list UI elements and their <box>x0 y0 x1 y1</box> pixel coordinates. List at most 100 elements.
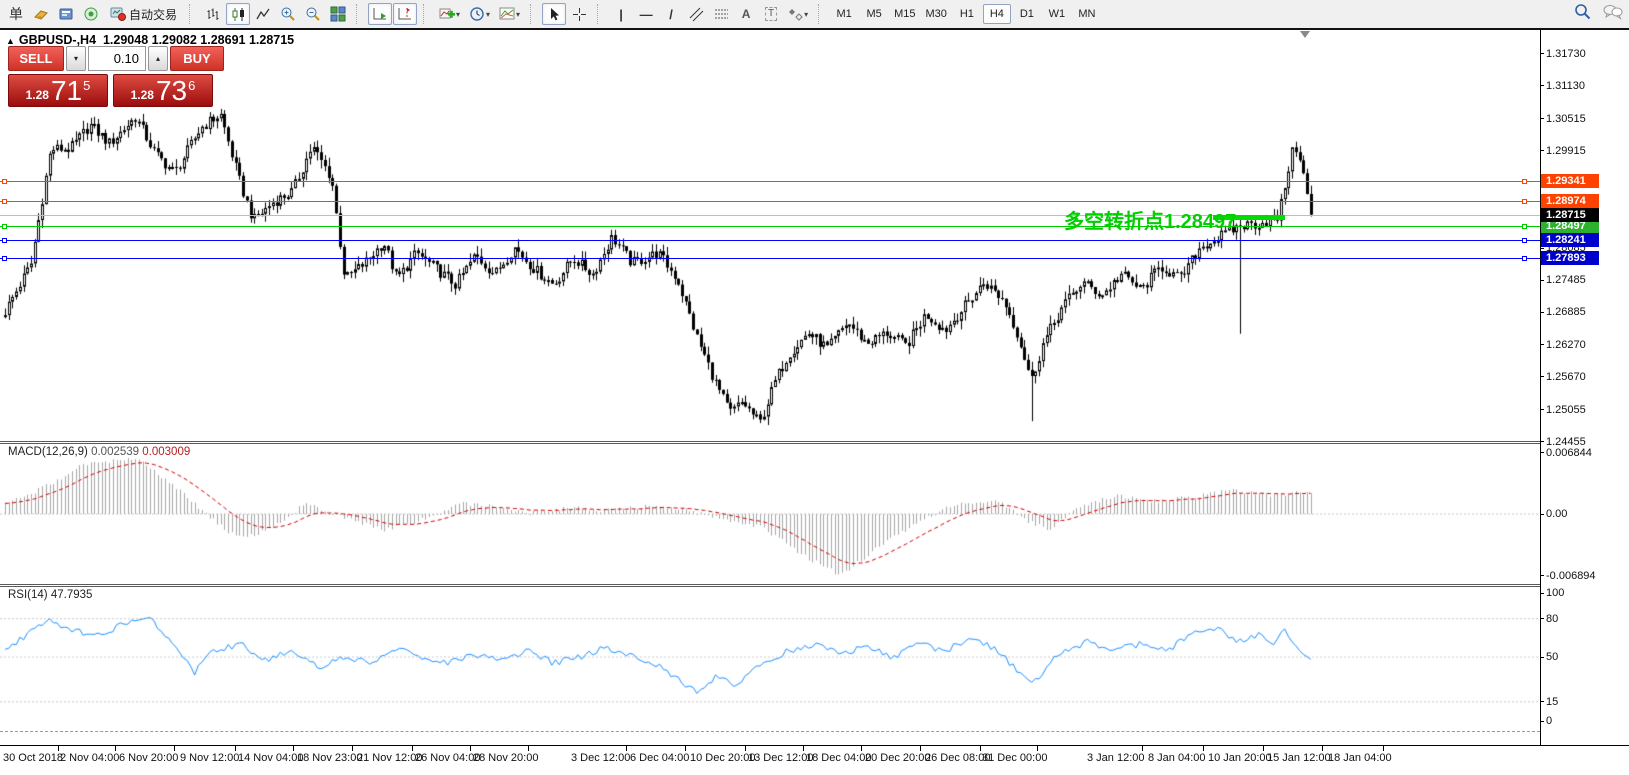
time-axis-tick <box>745 746 746 751</box>
line-handle[interactable] <box>1522 256 1527 261</box>
time-axis-tick <box>861 746 862 751</box>
autotrade-button[interactable]: 自动交易 <box>104 3 183 25</box>
broadcast-icon[interactable] <box>79 3 103 25</box>
mt4-window: 单 自动交易 <box>0 0 1629 775</box>
channel-icon[interactable] <box>684 3 708 25</box>
line-handle[interactable] <box>1522 199 1527 204</box>
price-axis-tick-label: 1.25055 <box>1546 404 1586 416</box>
time-axis-label: 14 Nov 04:00 <box>238 752 303 764</box>
timeframe-h1[interactable]: H1 <box>953 4 981 24</box>
pane-separator-rsi[interactable] <box>0 584 1540 587</box>
horizontal-level-line[interactable] <box>0 181 1540 182</box>
timeframe-m1[interactable]: M1 <box>830 4 858 24</box>
price-axis-tick-label: 1.31130 <box>1546 80 1585 92</box>
dropdown-icon: ▾ <box>486 10 490 19</box>
bid-price-line <box>0 215 1540 216</box>
chart-shift-icon[interactable] <box>393 3 417 25</box>
horizontal-level-line[interactable] <box>0 201 1540 202</box>
arrows-button[interactable]: ▾ <box>784 3 812 25</box>
time-axis-tick <box>1263 746 1264 751</box>
chat-icon[interactable] <box>1603 4 1623 20</box>
templates-button[interactable]: ▾ <box>495 3 524 25</box>
line-chart-icon[interactable] <box>251 3 275 25</box>
tile-windows-icon[interactable] <box>326 3 350 25</box>
zoom-out-icon[interactable] <box>301 3 325 25</box>
autoscroll-icon[interactable] <box>368 3 392 25</box>
toolbar-separator <box>818 4 826 24</box>
vertical-line-icon[interactable]: | <box>609 3 633 25</box>
price-axis-tick-label: 1.29915 <box>1546 145 1586 157</box>
time-axis-tick <box>803 746 804 751</box>
volume-up-button[interactable]: ▴ <box>148 46 168 71</box>
chart-canvas[interactable] <box>0 0 1540 775</box>
horizontal-level-line[interactable] <box>0 226 1540 227</box>
rsi-label: RSI(14) 47.7935 <box>8 589 92 601</box>
time-axis-label: 30 Oct 2018 <box>3 752 63 764</box>
volume-down-button[interactable]: ▾ <box>66 46 86 71</box>
line-handle[interactable] <box>1522 224 1527 229</box>
time-axis-label: 18 Nov 23:00 <box>297 752 362 764</box>
chart-title: ▲GBPUSD-,H4 1.29048 1.29082 1.28691 1.28… <box>6 33 294 47</box>
zoom-in-icon[interactable] <box>276 3 300 25</box>
trendline-icon[interactable]: / <box>659 3 683 25</box>
time-axis-label: 28 Nov 20:00 <box>473 752 538 764</box>
bar-chart-icon[interactable] <box>201 3 225 25</box>
timeframe-h4[interactable]: H4 <box>983 4 1011 24</box>
volume-input[interactable] <box>88 46 146 71</box>
line-handle[interactable] <box>2 179 7 184</box>
horizontal-level-line[interactable] <box>0 240 1540 241</box>
profiles-icon[interactable] <box>54 3 78 25</box>
pane-divider-dashed[interactable] <box>0 731 1540 732</box>
buy-button[interactable]: BUY <box>170 46 224 71</box>
search-icon[interactable] <box>1574 3 1591 20</box>
time-axis-tick <box>235 746 236 751</box>
sell-button[interactable]: SELL <box>8 46 64 71</box>
chart-shift-marker[interactable] <box>1300 31 1310 38</box>
crosshair-icon[interactable] <box>567 3 591 25</box>
macd-axis-tick-label: 0.00 <box>1546 508 1567 520</box>
timeframe-mn[interactable]: MN <box>1073 4 1101 24</box>
line-handle[interactable] <box>2 224 7 229</box>
new-order-button[interactable]: 单 <box>4 3 28 25</box>
periods-button[interactable]: ▾ <box>465 3 494 25</box>
indicators-button[interactable]: ▾ <box>435 3 464 25</box>
text-icon[interactable]: A <box>734 3 758 25</box>
candlestick-icon[interactable] <box>226 3 250 25</box>
fibonacci-icon[interactable] <box>709 3 733 25</box>
time-axis-tick <box>1203 746 1204 751</box>
toolbar: 单 自动交易 <box>0 0 1629 28</box>
time-axis-tick <box>626 746 627 751</box>
dropdown-icon: ▾ <box>456 10 460 19</box>
timeframe-m30[interactable]: M30 <box>921 4 950 24</box>
timeframe-w1[interactable]: W1 <box>1043 4 1071 24</box>
horizontal-level-line[interactable] <box>0 258 1540 259</box>
timeframe-m15[interactable]: M15 <box>890 4 919 24</box>
sell-price-box[interactable]: 1.28 71 5 <box>8 74 108 107</box>
buy-price-box[interactable]: 1.28 73 6 <box>113 74 213 107</box>
line-handle[interactable] <box>2 256 7 261</box>
arrows-icon <box>788 7 803 22</box>
time-axis-tick <box>174 746 175 751</box>
dropdown-icon: ▾ <box>804 10 808 19</box>
cursor-icon[interactable] <box>542 3 566 25</box>
time-axis-label: 18 Jan 04:00 <box>1328 752 1392 764</box>
line-handle[interactable] <box>1522 179 1527 184</box>
text-label-icon[interactable]: T <box>759 3 783 25</box>
pane-separator-macd[interactable] <box>0 441 1540 444</box>
pivot-annotation[interactable]: 多空转折点1.28497 <box>1064 205 1236 234</box>
collapse-icon[interactable]: ▲ <box>6 36 15 46</box>
dropdown-icon: ▾ <box>516 10 520 19</box>
line-handle[interactable] <box>1522 238 1527 243</box>
line-handle[interactable] <box>2 199 7 204</box>
horizontal-line-icon[interactable]: — <box>634 3 658 25</box>
time-axis-label: 20 Dec 20:00 <box>865 752 930 764</box>
book-icon[interactable] <box>29 3 53 25</box>
time-axis-label: 2 Nov 04:00 <box>60 752 119 764</box>
timeframe-d1[interactable]: D1 <box>1013 4 1041 24</box>
time-axis-tick <box>412 746 413 751</box>
price-axis-tick-label: 1.30515 <box>1546 113 1586 125</box>
line-handle[interactable] <box>2 238 7 243</box>
toolbar-separator <box>530 4 538 24</box>
time-axis-tick <box>293 746 294 751</box>
timeframe-m5[interactable]: M5 <box>860 4 888 24</box>
